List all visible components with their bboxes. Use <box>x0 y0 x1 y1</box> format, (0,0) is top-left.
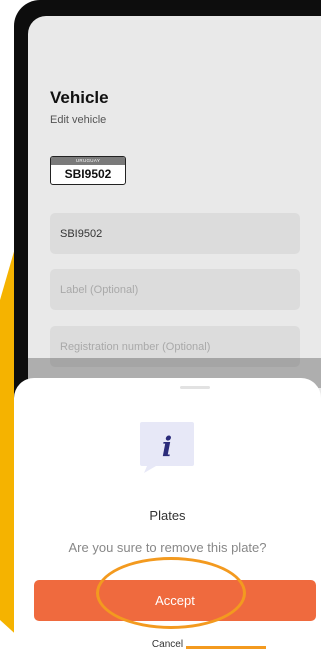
info-icon-glyph: i <box>162 432 172 463</box>
plate-country: URUGUAY <box>51 157 125 165</box>
info-icon: i <box>140 422 194 473</box>
cancel-button[interactable]: Cancel <box>14 639 321 650</box>
confirm-bottom-sheet: i Plates Are you sure to remove this pla… <box>14 378 321 650</box>
page-subtitle: Edit vehicle <box>50 114 107 126</box>
plate-number: SBI9502 <box>64 167 112 181</box>
label-input[interactable] <box>50 269 300 310</box>
dialog-message: Are you sure to remove this plate? <box>68 540 267 555</box>
dialog-title: Plates <box>149 508 186 523</box>
page-title: Vehicle <box>50 88 109 107</box>
license-plate-badge: URUGUAY SBI9502 <box>50 156 126 185</box>
plate-input[interactable] <box>50 213 300 254</box>
stage: Vehicle Edit vehicle URUGUAY SBI9502 i P… <box>0 0 321 650</box>
accept-button[interactable]: Accept <box>34 580 316 621</box>
sheet-drag-handle[interactable] <box>180 386 210 389</box>
